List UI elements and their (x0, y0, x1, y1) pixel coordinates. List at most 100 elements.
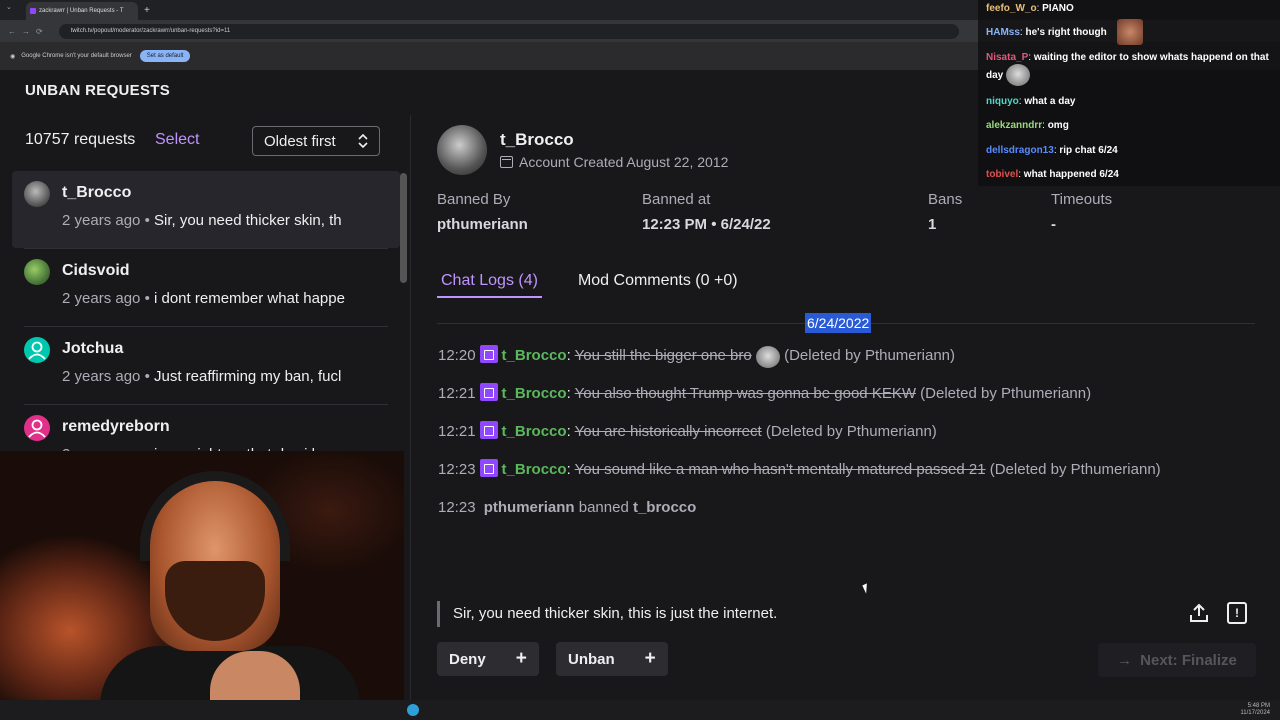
arrow-right-icon: → (1117, 651, 1133, 669)
ban-target[interactable]: t_brocco (633, 499, 696, 516)
request-message: Sir, you need thicker skin, this is just… (437, 601, 1257, 629)
unban-label: Unban (568, 650, 615, 668)
prime-badge-icon (479, 345, 498, 363)
chat-user[interactable]: t_Brocco (502, 347, 567, 364)
list-item[interactable]: t_Brocco 2 years ago • Sir, you need thi… (12, 171, 400, 248)
next-finalize-button[interactable]: → Next: Finalize (1098, 643, 1256, 677)
deleted-note: (Deleted by Pthumeriann) (784, 347, 955, 364)
taskbar-app-icon[interactable] (407, 704, 419, 716)
request-count: 10757 requests (25, 131, 136, 148)
account-created: Account Created August 22, 2012 (500, 154, 728, 170)
stream-chat-name: tobivel (986, 169, 1019, 180)
list-item-summary: 2 years ago • i dont remember what happe (62, 290, 388, 307)
stat-label: Bans (928, 191, 963, 208)
sort-dropdown[interactable]: Oldest first (252, 126, 380, 156)
browser-tab-title: zackrawrr | Unban Requests - T (39, 8, 124, 14)
new-tab-button[interactable]: + (144, 5, 150, 16)
twitch-favicon-icon (30, 8, 36, 14)
detail-username[interactable]: t_Brocco (500, 130, 574, 150)
chat-user[interactable]: t_Brocco (502, 423, 567, 440)
chat-message: 12:21 t_Brocco: You are historically inco… (438, 419, 1218, 444)
ban-moderator[interactable]: pthumeriann (484, 499, 575, 516)
system-clock[interactable]: 5:48 PM 11/17/2024 (1240, 703, 1270, 717)
list-item[interactable]: Jotchua 2 years ago • Just reaffirming m… (12, 327, 400, 404)
bullet: • (144, 212, 150, 229)
default-user-icon (28, 341, 46, 360)
stat-label: Banned at (642, 191, 711, 208)
stream-chat-line: Nisata_P: waiting the editor to show wha… (986, 52, 1276, 86)
list-item-name: t_Brocco (62, 184, 132, 201)
stat-banned-by: Banned By pthumeriann (437, 191, 528, 233)
tab-mod-comments[interactable]: Mod Comments (0 +0) (574, 272, 742, 298)
stream-chat-line: feefo_W_o: PIANO (986, 3, 1074, 14)
stream-chat-text: he's right though (1025, 27, 1107, 38)
bullet: • (144, 290, 150, 307)
account-created-text: Account Created August 22, 2012 (519, 154, 729, 170)
select-link[interactable]: Select (155, 131, 199, 149)
stat-label: Banned By (437, 191, 511, 208)
stream-chat-text: rip chat 6/24 (1059, 145, 1118, 156)
page-title: UNBAN REQUESTS (25, 82, 171, 99)
chat-time: 12:23 (438, 499, 476, 516)
list-item-name: remedyreborn (62, 418, 170, 435)
emote-icon (755, 346, 780, 368)
stream-chat-line: alekzanndrr: omg (986, 120, 1069, 131)
stream-chat-text: what happened 6/24 (1023, 169, 1119, 180)
prime-badge-icon (479, 421, 498, 439)
next-label: Next: Finalize (1140, 651, 1237, 669)
stream-chat-name: dellsdragon13 (986, 145, 1054, 156)
list-item-message: Sir, you need thicker skin, th (154, 212, 342, 229)
report-icon[interactable]: ! (1227, 602, 1247, 624)
set-default-button[interactable]: Set as default (139, 50, 191, 62)
emote-icon (1006, 64, 1031, 86)
list-item[interactable]: Cidsvoid 2 years ago • i dont remember w… (12, 249, 400, 326)
tab-chat-logs[interactable]: Chat Logs (4) (437, 272, 542, 298)
prime-badge-icon (479, 383, 498, 401)
chat-user[interactable]: t_Brocco (502, 385, 567, 402)
chat-text: You also thought Trump was gonna be good… (574, 385, 916, 402)
chat-log: 12:20 t_Brocco: You still the bigger one … (438, 343, 1218, 533)
stat-value: 12:23 PM • 6/24/22 (642, 216, 771, 233)
stream-chat-name: niquyo (986, 96, 1019, 107)
stream-chat-line: tobivel: what happened 6/24 (986, 169, 1119, 180)
chrome-info-icon: ◉ (10, 53, 16, 60)
deleted-note: (Deleted by Pthumeriann) (920, 385, 1092, 402)
browser-tab[interactable]: zackrawrr | Unban Requests - T (26, 2, 138, 20)
clock-date: 11/17/2024 (1240, 710, 1270, 716)
list-item-summary: 2 years ago • Just reaffirming my ban, f… (62, 368, 388, 385)
stream-chat-name: Nisata_P (986, 52, 1029, 63)
stat-bans: Bans 1 (928, 191, 962, 233)
stream-chat-name: alekzanndrr (986, 120, 1043, 131)
date-marker: 6/24/2022 (805, 313, 872, 333)
list-item-age: 2 years ago (62, 290, 141, 307)
ban-action: banned (578, 499, 629, 516)
ban-event: 12:23 pthumeriann banned t_brocco (438, 495, 1218, 520)
avatar (24, 259, 50, 285)
list-item-age: 2 years ago (62, 212, 141, 229)
stat-value: 1 (928, 216, 937, 233)
chat-separator: : (566, 347, 571, 364)
request-text: Sir, you need thicker skin, this is just… (453, 605, 778, 622)
avatar (24, 415, 50, 441)
url-field[interactable]: twitch.tv/popout/moderator/zackrawrr/unb… (58, 23, 959, 39)
plus-icon: + (515, 648, 527, 669)
user-avatar (437, 125, 487, 175)
sidebar-scrollbar[interactable] (400, 173, 407, 283)
tab-search-icon[interactable]: ⌄ (6, 3, 12, 11)
chat-separator: : (566, 385, 571, 402)
headset-icon (140, 471, 290, 561)
chat-message: 12:23 t_Brocco: You sound like a man who … (438, 457, 1218, 482)
chat-user[interactable]: t_Brocco (502, 461, 567, 478)
nav-buttons-icon[interactable]: ←→⟳ (8, 27, 49, 36)
chat-separator: : (566, 461, 571, 478)
stream-chat-text: what a day (1024, 96, 1076, 107)
share-icon[interactable] (1188, 602, 1210, 624)
chat-message: 12:21 t_Brocco: You also thought Trump wa… (438, 381, 1218, 406)
chat-time: 12:21 (438, 423, 476, 440)
stat-banned-at: Banned at 12:23 PM • 6/24/22 (642, 191, 771, 233)
stream-chat-line: dellsdragon13: rip chat 6/24 (986, 145, 1118, 156)
detail-tabs: Chat Logs (4) Mod Comments (0 +0) (437, 272, 742, 298)
stat-timeouts: Timeouts - (1051, 191, 1112, 233)
unban-button[interactable]: Unban + (556, 642, 668, 676)
deny-button[interactable]: Deny + (437, 642, 539, 676)
